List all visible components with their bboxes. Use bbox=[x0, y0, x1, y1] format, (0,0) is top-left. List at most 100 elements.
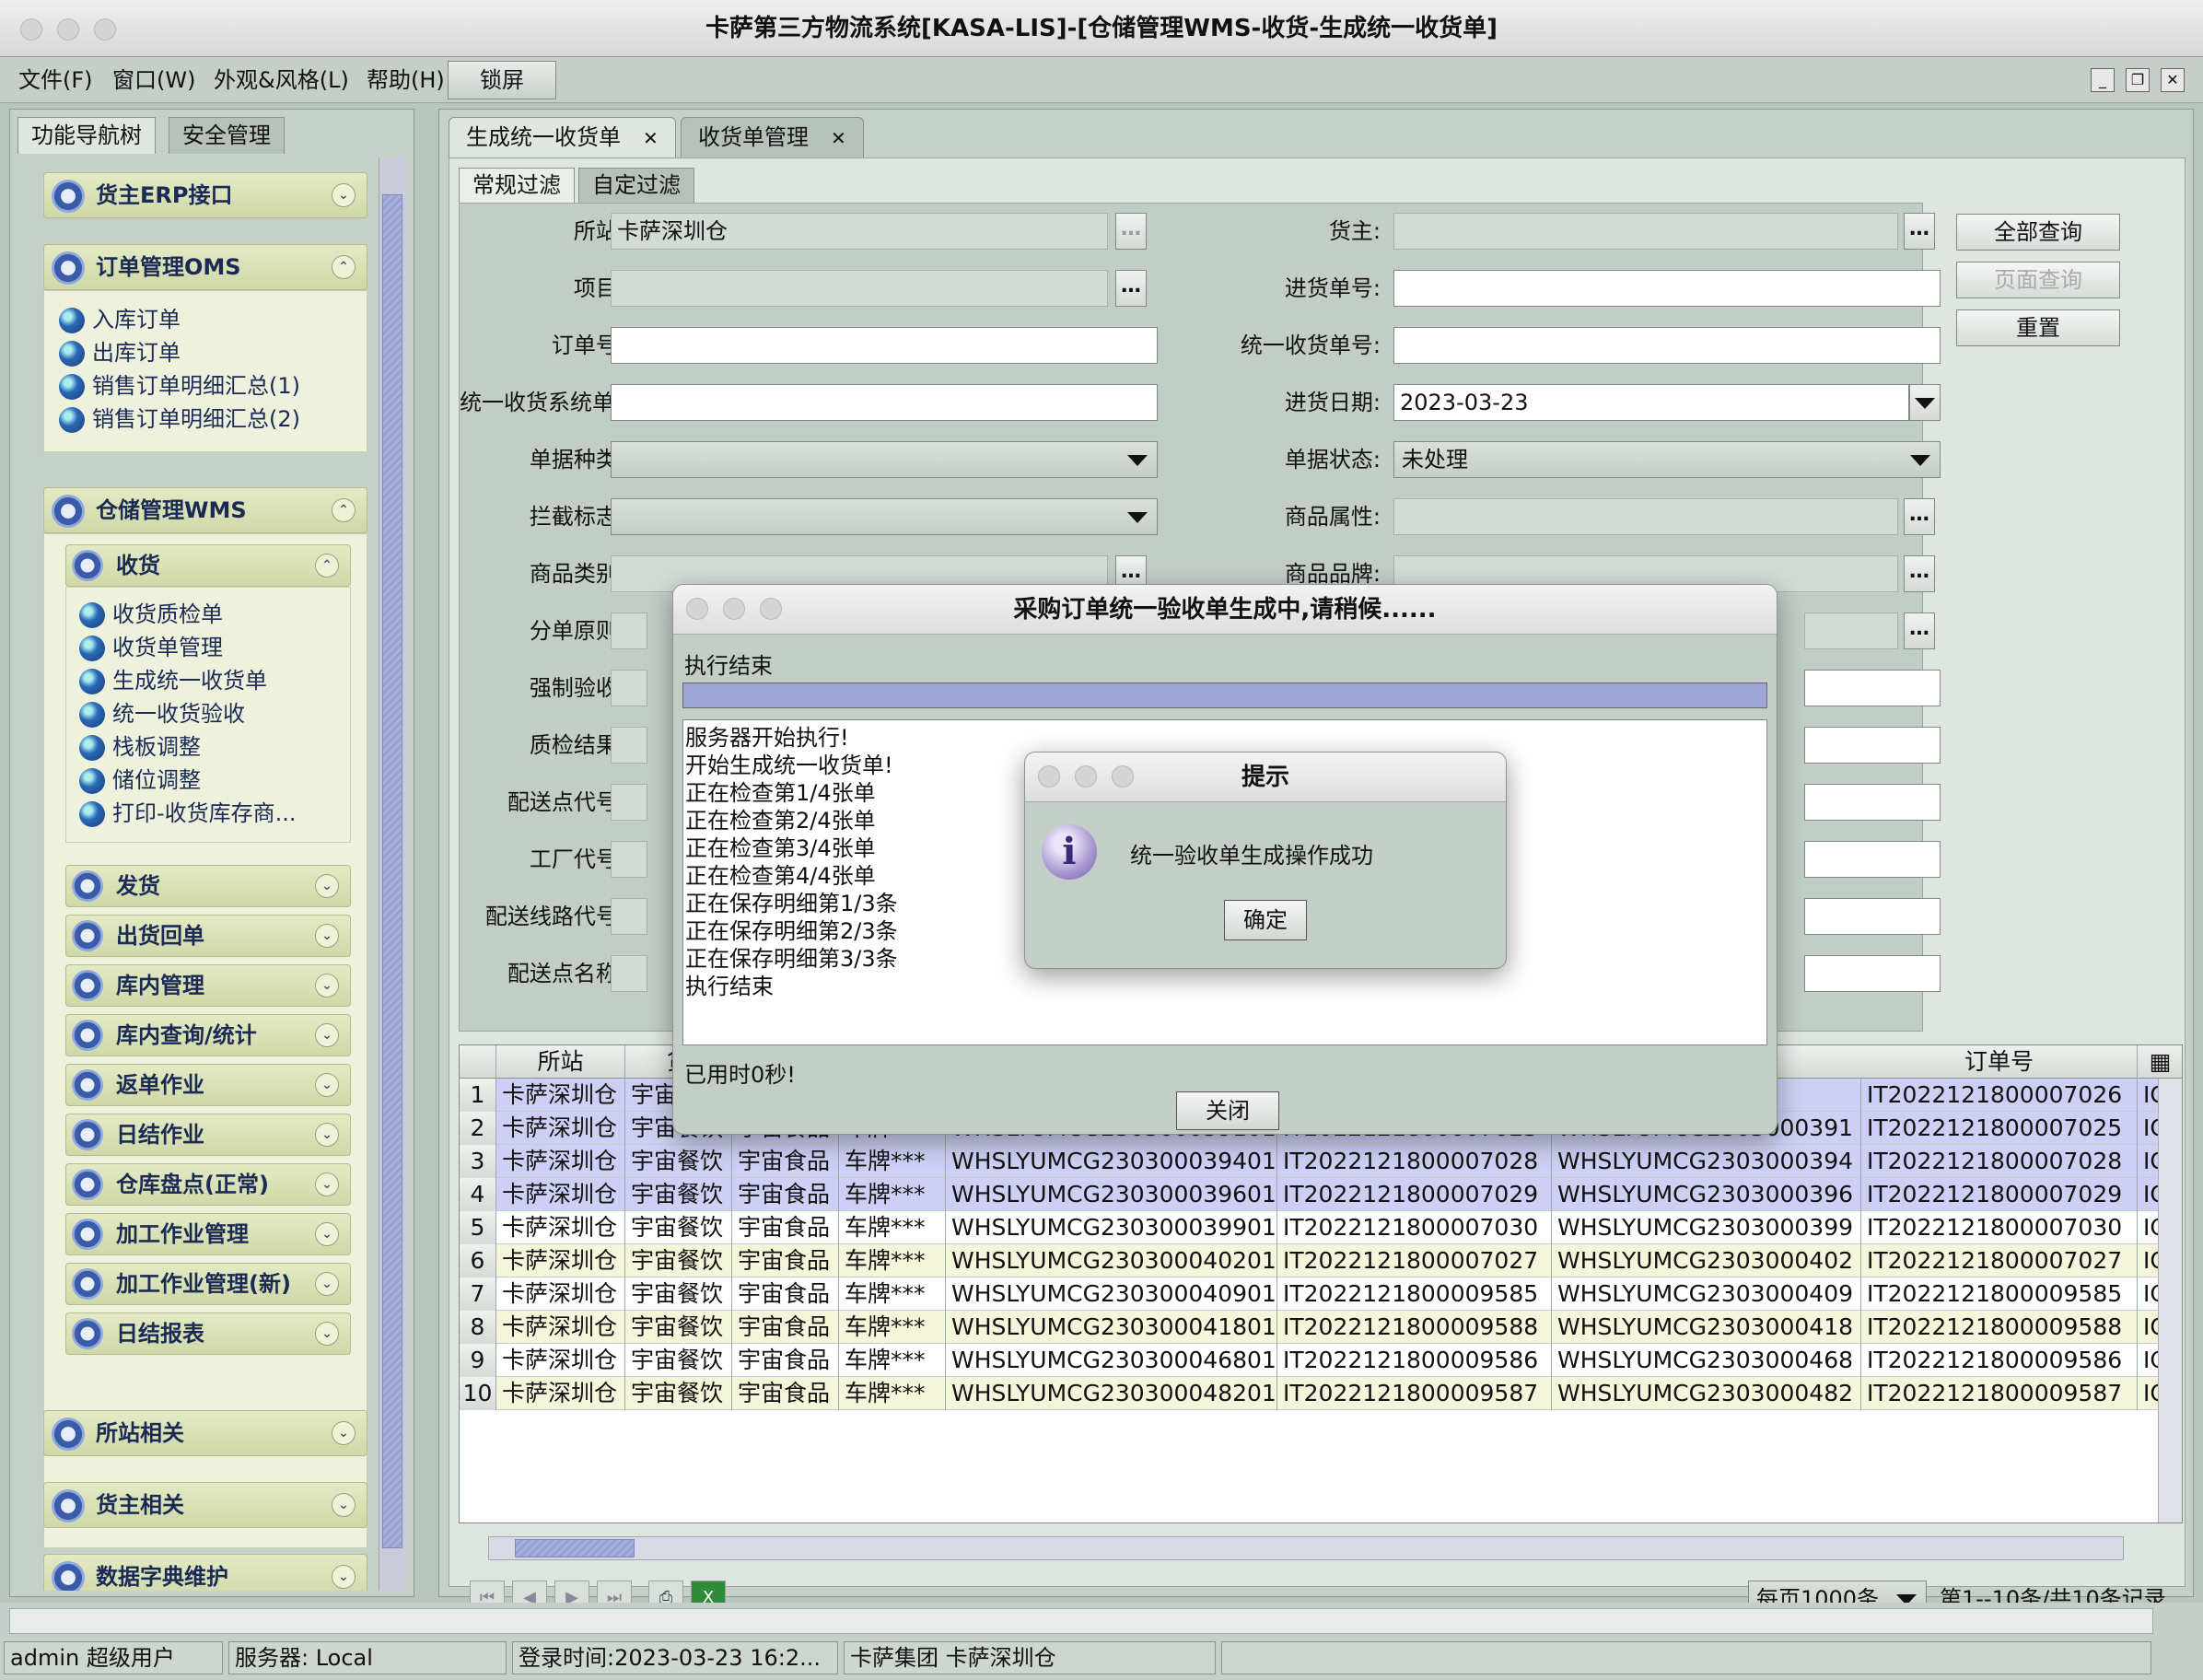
project-field[interactable] bbox=[611, 270, 1108, 307]
column-chooser-icon[interactable]: ▦ bbox=[2138, 1045, 2182, 1079]
close-window-icon[interactable] bbox=[686, 598, 708, 620]
inbound-no-field[interactable] bbox=[1393, 270, 1941, 307]
nav-item-print-receipt-stock[interactable]: 打印-收货库存商... bbox=[77, 798, 297, 829]
ok-button[interactable]: 确定 bbox=[1224, 900, 1307, 940]
split-rule-field[interactable] bbox=[611, 612, 647, 649]
nav-item-unified-acceptance[interactable]: 统一收货验收 bbox=[77, 698, 245, 729]
chevron-down-icon[interactable]: ⌄ bbox=[332, 1565, 356, 1589]
qc-result-field[interactable] bbox=[611, 727, 647, 764]
inbound-date-field[interactable]: 2023-03-23 bbox=[1393, 384, 1909, 421]
table-row[interactable]: 6 卡萨深圳仓 宇宙餐饮 宇宙食品 车牌*** WHSLYUMCG230300040201… bbox=[460, 1244, 2182, 1278]
dist-name-field[interactable] bbox=[611, 955, 647, 992]
header-site[interactable]: 所站 bbox=[496, 1045, 625, 1079]
chevron-down-icon[interactable]: ⌄ bbox=[315, 1272, 339, 1296]
intercept-select[interactable] bbox=[611, 498, 1158, 535]
close-tab-icon[interactable]: ✕ bbox=[643, 127, 659, 149]
minimize-window-icon[interactable] bbox=[57, 18, 79, 41]
minimize-window-icon[interactable] bbox=[723, 598, 745, 620]
menu-file[interactable]: 文件(F) bbox=[18, 57, 93, 103]
table-row[interactable]: 8 卡萨深圳仓 宇宙餐饮 宇宙食品 车牌*** WHSLYUMCG230300041801… bbox=[460, 1311, 2182, 1344]
factory-code-field[interactable] bbox=[611, 841, 647, 878]
tab-function-nav[interactable]: 功能导航树 bbox=[17, 117, 156, 154]
chevron-down-icon[interactable]: ⌄ bbox=[315, 1073, 339, 1097]
tab-custom-filter[interactable]: 自定过滤 bbox=[578, 168, 694, 203]
nav-sub-shipping[interactable]: 发货 ⌄ bbox=[65, 865, 351, 907]
tab-regular-filter[interactable]: 常规过滤 bbox=[459, 168, 575, 203]
nav-sub-shipping-receipt[interactable]: 出货回单 ⌄ bbox=[65, 915, 351, 957]
project-picker-button[interactable]: … bbox=[1115, 270, 1147, 307]
doc-type-select[interactable] bbox=[611, 441, 1158, 478]
table-row[interactable]: 3 卡萨深圳仓 宇宙餐饮 宇宙食品 车牌*** WHSLYUMCG230300039401… bbox=[460, 1145, 2182, 1178]
unified-no-field[interactable] bbox=[1393, 327, 1941, 364]
nav-scrollbar[interactable] bbox=[379, 158, 406, 1591]
minimize-window-icon[interactable] bbox=[1075, 765, 1097, 788]
nav-section-wms[interactable]: 仓储管理WMS ⌃ bbox=[43, 487, 367, 533]
nav-section-dictionary[interactable]: 数据字典维护 ⌄ bbox=[43, 1554, 367, 1591]
nav-item-location-adjust[interactable]: 储位调整 bbox=[77, 764, 201, 796]
nav-section-oms[interactable]: 订单管理OMS ⌃ bbox=[43, 244, 367, 290]
nav-sub-stocktake[interactable]: 仓库盘点(正常) ⌄ bbox=[65, 1163, 351, 1206]
chevron-up-icon[interactable]: ⌃ bbox=[332, 255, 356, 279]
table-row[interactable]: 5 卡萨深圳仓 宇宙餐饮 宇宙食品 车牌*** WHSLYUMCG230300039901… bbox=[460, 1211, 2182, 1244]
nav-sub-return-docs[interactable]: 返单作业 ⌄ bbox=[65, 1064, 351, 1106]
chevron-down-icon[interactable]: ⌄ bbox=[332, 183, 356, 207]
close-frame-icon[interactable]: ✕ bbox=[2161, 68, 2185, 92]
close-tab-icon[interactable]: ✕ bbox=[831, 127, 846, 149]
owner-field[interactable] bbox=[1393, 213, 1898, 250]
chevron-down-icon[interactable]: ⌄ bbox=[315, 974, 339, 998]
tab-security[interactable]: 安全管理 bbox=[169, 117, 285, 154]
menu-help[interactable]: 帮助(H) bbox=[367, 57, 445, 103]
nav-item-generate-unified-receipt[interactable]: 生成统一收货单 bbox=[77, 665, 267, 696]
minimize-frame-icon[interactable]: _ bbox=[2091, 68, 2115, 92]
chevron-up-icon[interactable]: ⌃ bbox=[332, 498, 356, 522]
nav-item-sales-summary-1[interactable]: 销售订单明细汇总(1) bbox=[57, 370, 300, 402]
zoom-window-icon[interactable] bbox=[1112, 765, 1134, 788]
right-field-13[interactable] bbox=[1804, 955, 1941, 992]
force-accept-field[interactable] bbox=[611, 670, 647, 706]
tab-generate-unified-receipt[interactable]: 生成统一收货单 ✕ bbox=[449, 117, 676, 158]
reset-button[interactable]: 重置 bbox=[1956, 309, 2120, 346]
chevron-down-icon[interactable]: ⌄ bbox=[332, 1493, 356, 1517]
goods-brand-picker-button[interactable]: … bbox=[1904, 555, 1935, 592]
zoom-window-icon[interactable] bbox=[760, 598, 782, 620]
close-window-icon[interactable] bbox=[1038, 765, 1060, 788]
nav-sub-inventory-management[interactable]: 库内管理 ⌄ bbox=[65, 964, 351, 1007]
right-field-7[interactable] bbox=[1804, 612, 1898, 649]
chevron-down-icon[interactable]: ⌄ bbox=[315, 1172, 339, 1196]
close-button[interactable]: 关闭 bbox=[1176, 1091, 1279, 1130]
chevron-down-icon[interactable]: ⌄ bbox=[315, 1123, 339, 1147]
chevron-down-icon[interactable]: ⌄ bbox=[315, 1222, 339, 1246]
nav-item-receiving-qc[interactable]: 收货质检单 bbox=[77, 599, 223, 630]
doc-status-select[interactable]: 未处理 bbox=[1393, 441, 1941, 478]
chevron-down-icon[interactable]: ⌄ bbox=[332, 1421, 356, 1445]
nav-section-erp[interactable]: 货主ERP接口 ⌄ bbox=[43, 172, 367, 218]
query-all-button[interactable]: 全部查询 bbox=[1956, 214, 2120, 251]
nav-scrollbar-thumb[interactable] bbox=[382, 194, 402, 1548]
nav-sub-receiving[interactable]: 收货 ⌃ bbox=[65, 544, 351, 587]
nav-item-pallet-adjust[interactable]: 栈板调整 bbox=[77, 731, 201, 763]
query-page-button[interactable]: 页面查询 bbox=[1956, 262, 2120, 298]
route-code-field[interactable] bbox=[611, 898, 647, 935]
nav-sub-inventory-query[interactable]: 库内查询/统计 ⌄ bbox=[65, 1014, 351, 1056]
table-row[interactable]: 10 卡萨深圳仓 宇宙餐饮 宇宙食品 车牌*** WHSLYUMCG23030004820… bbox=[460, 1377, 2182, 1410]
order-no-field[interactable] bbox=[611, 327, 1158, 364]
date-dropdown-button[interactable] bbox=[1909, 384, 1941, 421]
nav-section-owner[interactable]: 货主相关 ⌄ bbox=[43, 1482, 367, 1528]
nav-item-outbound-order[interactable]: 出库订单 bbox=[57, 337, 181, 368]
table-row[interactable]: 7 卡萨深圳仓 宇宙餐饮 宇宙食品 车牌*** WHSLYUMCG230300040901… bbox=[460, 1278, 2182, 1311]
site-picker-button[interactable]: … bbox=[1115, 213, 1147, 250]
chevron-down-icon[interactable]: ⌄ bbox=[315, 1322, 339, 1346]
menu-window[interactable]: 窗口(W) bbox=[112, 57, 195, 103]
nav-item-sales-summary-2[interactable]: 销售订单明细汇总(2) bbox=[57, 403, 300, 435]
right-field-10[interactable] bbox=[1804, 784, 1941, 821]
nav-sub-daily-report[interactable]: 日结报表 ⌄ bbox=[65, 1312, 351, 1355]
chevron-up-icon[interactable]: ⌃ bbox=[315, 554, 339, 578]
owner-picker-button[interactable]: … bbox=[1904, 213, 1935, 250]
dist-code-field[interactable] bbox=[611, 784, 647, 821]
header-order-no[interactable]: 订单号 bbox=[1861, 1045, 2138, 1079]
right-field-11[interactable] bbox=[1804, 841, 1941, 878]
tab-receipt-management[interactable]: 收货单管理 ✕ bbox=[681, 117, 864, 158]
table-scrollbar-thumb[interactable] bbox=[515, 1539, 635, 1558]
table-horizontal-scrollbar[interactable] bbox=[488, 1536, 2124, 1560]
restore-frame-icon[interactable]: ❐ bbox=[2126, 68, 2150, 92]
